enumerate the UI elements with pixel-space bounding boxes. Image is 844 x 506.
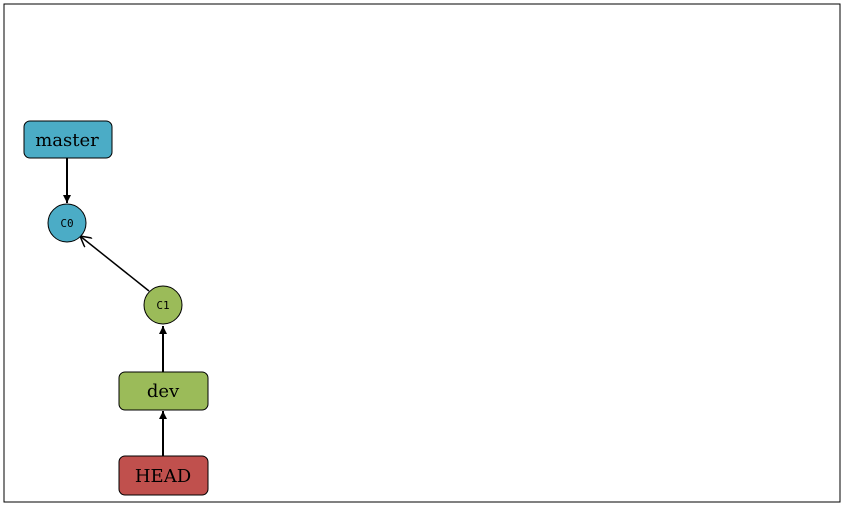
branch-master-label: master [35, 130, 99, 151]
branch-dev: dev [118, 371, 209, 411]
commit-c0: C0 [47, 203, 87, 243]
diagram-frame [3, 3, 841, 503]
head-pointer: HEAD [118, 455, 209, 496]
commit-c1-label: C1 [156, 299, 169, 312]
head-label: HEAD [135, 466, 191, 487]
commit-c1: C1 [143, 285, 183, 325]
git-branch-diagram: master C0 C1 dev HEAD [3, 3, 841, 503]
branch-master: master [23, 120, 113, 159]
commit-c0-label: C0 [60, 217, 73, 230]
branch-dev-label: dev [147, 381, 180, 402]
